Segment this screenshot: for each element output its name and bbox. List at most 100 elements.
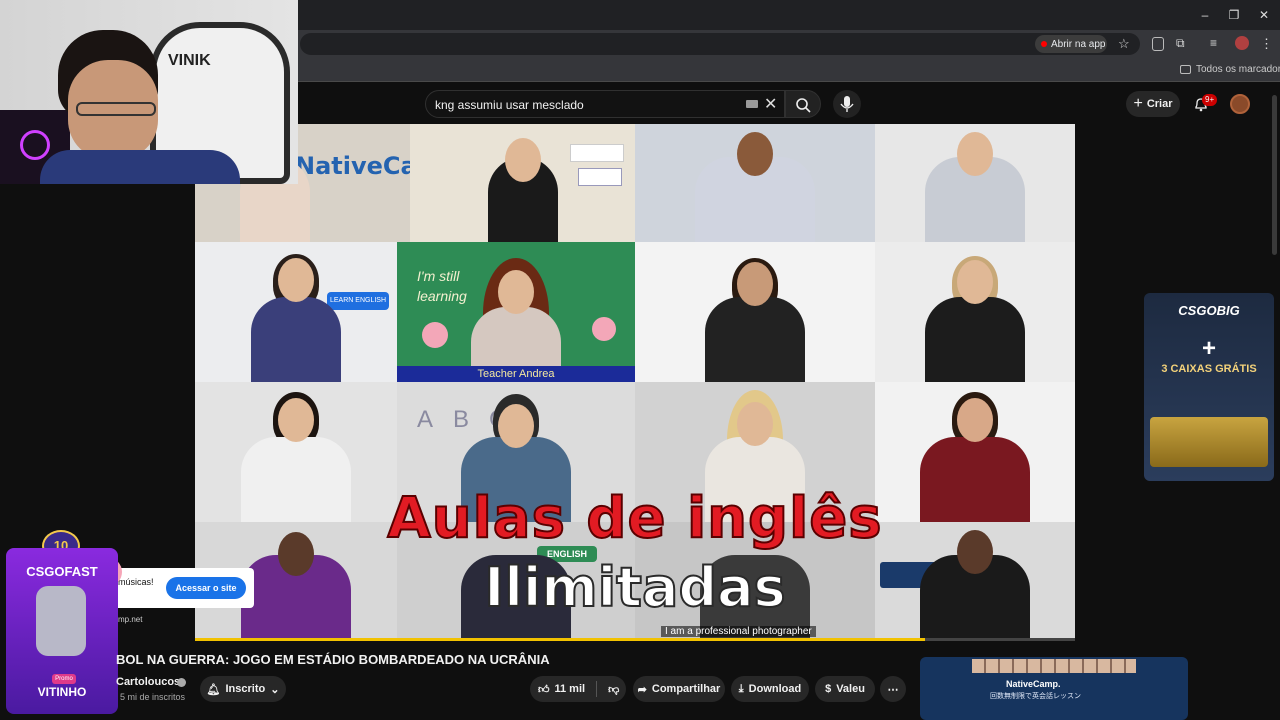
sidebar-ad-subtitle: 回数無制限で英会話レッスン xyxy=(990,693,1081,700)
like-count: 11 mil xyxy=(554,683,586,695)
video-player[interactable]: NativeCamp. LEARN ENGLISH I'm still lear… xyxy=(195,124,1075,640)
channel-name[interactable]: Cartoloucos xyxy=(116,676,180,688)
video-title: BOL NA GUERRA: JOGO EM ESTÁDIO BOMBARDEA… xyxy=(116,652,550,667)
person-figure xyxy=(705,297,805,382)
csgobig-logo: CSGOBIG xyxy=(1178,303,1240,318)
video-tile xyxy=(875,242,1075,382)
video-tile: LEARN ENGLISH xyxy=(195,242,397,382)
search-input[interactable]: kng assumiu usar mesclado xyxy=(435,98,584,112)
chevron-down-icon: ⌄ xyxy=(270,683,280,696)
promo-tag: Promo xyxy=(52,674,76,684)
treasure-chests xyxy=(1150,417,1268,467)
person-figure xyxy=(925,297,1025,382)
streamer-webcam: VINIK xyxy=(0,0,298,184)
restore-icon[interactable]: ❐ xyxy=(1225,6,1243,24)
subscriber-count: 5 mi de inscritos xyxy=(120,692,186,702)
folder-icon xyxy=(1180,65,1191,74)
plus-icon: + xyxy=(1133,95,1143,112)
open-app-label: Abrir na app xyxy=(1051,38,1106,50)
person-head xyxy=(957,132,993,176)
brand-logo-text: NativeCamp. xyxy=(295,152,410,180)
bookmark-star-icon[interactable]: ☆ xyxy=(1118,36,1130,52)
super-thanks-icon: $ xyxy=(825,683,832,695)
share-icon: ➦ xyxy=(637,683,647,696)
person-head xyxy=(498,270,534,314)
sidebar-ad-brand: NativeCamp. xyxy=(1006,679,1061,689)
thanks-button[interactable]: $ Valeu xyxy=(815,676,875,702)
person-figure xyxy=(251,297,341,382)
microphone-icon xyxy=(840,96,854,112)
divider xyxy=(596,681,598,697)
sidebar-ad-banner[interactable]: NativeCamp. 回数無制限で英会話レッスン xyxy=(920,657,1188,720)
visit-site-button[interactable]: Acessar o site xyxy=(166,577,246,599)
like-button[interactable]: 👍︎ 11 mil xyxy=(538,683,585,696)
search-icon xyxy=(796,98,811,113)
page-scrollbar[interactable] xyxy=(1272,95,1277,255)
media-controls-icon[interactable]: ≡ xyxy=(1210,36,1217,50)
glasses xyxy=(76,102,156,116)
thanks-label: Valeu xyxy=(836,683,865,695)
csgobig-offer: 3 CAIXAS GRÁTIS xyxy=(1161,363,1257,375)
chrome-menu-icon[interactable]: ⋮ xyxy=(1260,36,1273,52)
close-window-icon[interactable]: ✕ xyxy=(1255,6,1273,24)
video-subtitle: I am a professional photographer xyxy=(661,626,816,637)
download-button[interactable]: ⤓ Download xyxy=(731,676,809,702)
all-bookmarks-label[interactable]: Todos os marcadores xyxy=(1196,64,1280,75)
plus-icon: + xyxy=(1201,335,1216,362)
flower-decoration xyxy=(422,322,448,348)
csgobig-ad[interactable]: CSGOBIG + 3 CAIXAS GRÁTIS xyxy=(1144,293,1274,481)
streamer-shirt xyxy=(40,150,240,184)
person-head xyxy=(498,404,534,448)
tesol-sign xyxy=(578,168,622,186)
video-tile: I'm still learning Teacher Andrea xyxy=(397,242,635,382)
voice-search-button[interactable] xyxy=(833,90,861,118)
person-head xyxy=(278,398,314,442)
thumbs-down-icon: 👎︎ xyxy=(608,683,620,696)
video-tile xyxy=(875,124,1075,242)
chalkboard-text: I'm still learning xyxy=(417,268,467,304)
share-button[interactable]: ➦ Compartilhar xyxy=(633,676,725,702)
keyboard-icon[interactable] xyxy=(746,100,758,108)
person-head xyxy=(737,132,773,176)
video-progress-fill xyxy=(195,638,926,641)
search-button[interactable] xyxy=(785,90,821,118)
youtube-dot-icon xyxy=(1041,41,1047,47)
bell-icon: 🔔︎ xyxy=(206,683,221,696)
download-icon: ⤓ xyxy=(738,682,744,695)
puzzle-icon[interactable]: ⧉ xyxy=(1176,36,1185,51)
video-tile xyxy=(635,242,875,382)
dislike-button[interactable]: 👎︎ xyxy=(608,683,619,696)
ad-popup[interactable]: músicas! Acessar o site xyxy=(112,568,254,608)
rgb-light xyxy=(20,130,50,160)
csgofast-ad[interactable]: 10 CSGOFAST Promo VITINHO xyxy=(0,528,124,720)
csgofast-logo: CSGOFAST xyxy=(26,564,98,579)
account-avatar[interactable] xyxy=(1230,94,1250,114)
profile-avatar[interactable] xyxy=(1235,36,1249,50)
download-label: Download xyxy=(748,683,802,695)
subscribed-label: Inscrito xyxy=(225,683,266,695)
learn-english-sign: LEARN ENGLISH xyxy=(327,292,389,310)
verified-icon xyxy=(177,678,186,687)
clear-search-icon[interactable]: ✕ xyxy=(764,94,777,114)
open-in-app-chip[interactable]: Abrir na app xyxy=(1035,35,1107,53)
more-actions-button[interactable]: ⋯ xyxy=(880,676,906,702)
person-head xyxy=(504,138,541,182)
person-head xyxy=(737,402,773,446)
create-label: Criar xyxy=(1146,98,1173,110)
subscribed-button[interactable]: 🔔︎ Inscrito ⌄ xyxy=(200,676,286,702)
person-head xyxy=(957,260,993,304)
video-tile xyxy=(635,124,875,242)
certificate-sign xyxy=(570,144,624,162)
extension-icon[interactable] xyxy=(1152,37,1164,51)
person-head xyxy=(278,258,314,302)
promo-code: VITINHO xyxy=(37,685,87,699)
create-button[interactable]: + Criar xyxy=(1126,91,1180,117)
search-box[interactable]: kng assumiu usar mesclado ✕ xyxy=(425,90,785,118)
person-head xyxy=(737,262,773,306)
glove-image xyxy=(36,586,86,656)
video-tile xyxy=(410,124,635,242)
overlay-headline-white: Ilimitadas xyxy=(483,555,786,620)
minimize-icon[interactable]: – xyxy=(1196,6,1214,24)
teacher-thumbnails xyxy=(972,659,1136,673)
address-bar[interactable] xyxy=(300,33,1140,55)
